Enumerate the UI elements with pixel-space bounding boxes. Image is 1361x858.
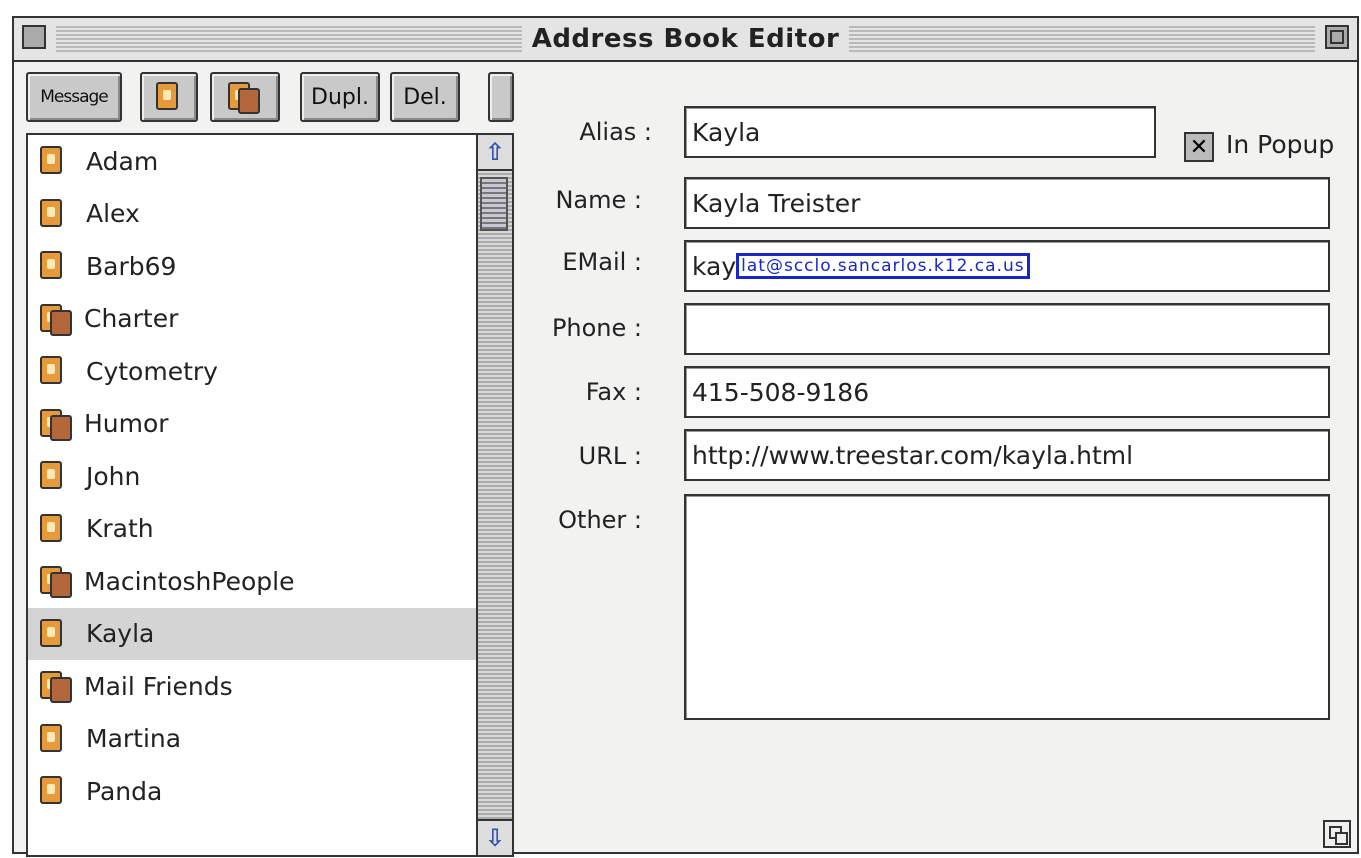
person-card-icon — [156, 82, 182, 112]
fax-value: 415-508-9186 — [692, 377, 870, 407]
person-card-icon — [40, 356, 66, 386]
contact-list-item[interactable]: Mail Friends — [28, 660, 512, 713]
phone-label: Phone : — [551, 314, 642, 342]
contact-list[interactable]: Adam Alex Barb69 Charter Cytometry Humor John K… — [26, 133, 514, 857]
alias-field[interactable]: Kayla — [684, 106, 1156, 158]
name-field[interactable]: Kayla Treister — [684, 177, 1330, 229]
contact-list-item[interactable]: MacintoshPeople — [28, 555, 512, 608]
fax-field[interactable]: 415-508-9186 — [684, 366, 1330, 418]
contact-list-item[interactable]: John — [28, 450, 512, 503]
title-bar[interactable]: Address Book Editor — [14, 18, 1357, 62]
scroll-thumb[interactable] — [480, 177, 508, 231]
message-button[interactable]: Message — [26, 72, 122, 122]
person-card-icon — [40, 513, 66, 544]
contact-list-item[interactable]: Martina — [28, 713, 512, 766]
name-value: Kayla Treister — [692, 188, 861, 218]
person-card-icon — [40, 723, 66, 754]
phone-field[interactable] — [684, 303, 1330, 355]
new-person-button[interactable] — [140, 72, 198, 122]
address-book-window: Address Book Editor Message Dupl. Del. A… — [12, 16, 1359, 857]
contact-label: Humor — [84, 409, 169, 439]
other-label: Other : — [558, 506, 642, 534]
contact-label: Martina — [86, 724, 182, 754]
group-cards-icon — [40, 671, 74, 704]
fax-label: Fax : — [585, 378, 642, 406]
contact-list-items: Adam Alex Barb69 Charter Cytometry Humor John K… — [28, 135, 512, 818]
contact-list-item[interactable]: Panda — [28, 765, 512, 818]
person-card-icon — [40, 198, 66, 229]
contact-label: Krath — [86, 514, 154, 544]
contact-list-item[interactable]: Alex — [28, 188, 512, 241]
contact-list-item[interactable]: Barb69 — [28, 240, 512, 293]
contact-list-item[interactable]: Humor — [28, 398, 512, 451]
person-card-icon — [40, 461, 66, 491]
in-popup-checkbox[interactable]: ✕ — [1184, 132, 1214, 162]
new-group-button[interactable] — [210, 72, 280, 122]
person-card-icon — [40, 776, 66, 806]
other-field[interactable] — [684, 494, 1330, 720]
group-cards-icon — [228, 82, 262, 114]
in-popup-label: In Popup — [1226, 130, 1335, 159]
resize-grow-box-icon[interactable] — [1323, 820, 1351, 848]
duplicate-button[interactable]: Dupl. — [300, 72, 380, 122]
delete-button[interactable]: Del. — [390, 72, 460, 122]
contact-list-item[interactable]: Krath — [28, 503, 512, 556]
url-field[interactable]: http://www.treestar.com/kayla.html — [684, 429, 1330, 481]
contact-label: John — [86, 461, 141, 491]
contact-label: Alex — [86, 199, 140, 229]
person-card-icon — [40, 618, 66, 649]
email-selected-text[interactable]: lat@scclo.sancarlos.k12.ca.us — [736, 253, 1030, 279]
contact-label: Adam — [86, 146, 159, 176]
scroll-up-arrow-icon[interactable]: ⇧ — [478, 135, 512, 171]
contact-label: Charter — [84, 304, 179, 334]
contact-label: Barb69 — [86, 251, 177, 281]
group-cards-icon — [40, 566, 74, 599]
group-cards-icon — [40, 408, 74, 441]
checkbox-x-icon: ✕ — [1189, 134, 1209, 160]
contact-label: Panda — [86, 776, 163, 806]
contact-list-item[interactable]: Kayla — [28, 607, 512, 660]
zoom-box[interactable] — [1325, 25, 1349, 49]
person-card-icon — [40, 251, 66, 281]
contact-label: Kayla — [86, 619, 155, 649]
contact-list-scrollbar[interactable]: ⇧ ⇩ — [476, 135, 512, 855]
email-label: EMail : — [562, 248, 642, 276]
alias-label: Alias : — [579, 118, 652, 146]
contact-label: Cytometry — [86, 356, 218, 386]
scroll-down-arrow-icon[interactable]: ⇩ — [478, 819, 512, 855]
contact-label: Mail Friends — [84, 671, 233, 701]
contact-label: MacintoshPeople — [84, 566, 295, 596]
name-label: Name : — [555, 186, 642, 214]
contact-list-item[interactable]: Adam — [28, 135, 512, 188]
person-card-icon — [40, 146, 66, 176]
url-value: http://www.treestar.com/kayla.html — [692, 440, 1134, 470]
alias-value: Kayla — [692, 117, 761, 147]
url-label: URL : — [578, 442, 642, 470]
panel-toggle-button[interactable] — [488, 72, 514, 122]
email-field[interactable]: kay lat@scclo.sancarlos.k12.ca.us — [684, 240, 1330, 292]
group-cards-icon — [40, 303, 74, 336]
email-prefix: kay — [692, 251, 737, 281]
window-title: Address Book Editor — [521, 24, 850, 54]
contact-list-item[interactable]: Charter — [28, 293, 512, 346]
contact-list-item[interactable]: Cytometry — [28, 345, 512, 398]
